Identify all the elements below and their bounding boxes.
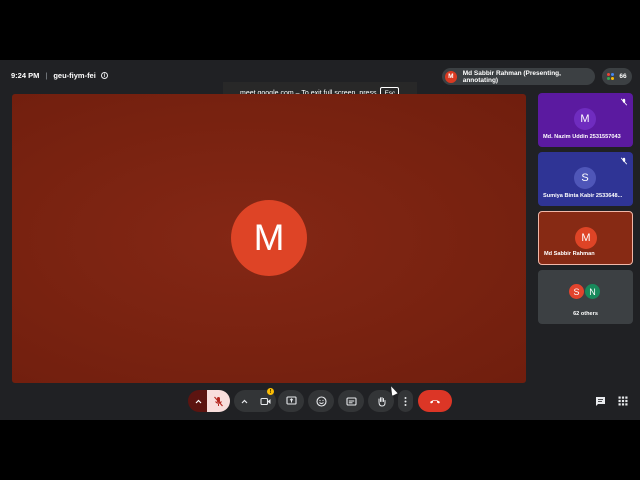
meeting-code: geu-fiym-fei xyxy=(53,71,96,80)
others-count: 62 others xyxy=(573,311,598,317)
captions-icon xyxy=(345,396,357,406)
mic-button[interactable] xyxy=(207,390,230,412)
participant-name: Sumiya Binta Kabir 2533648... xyxy=(543,193,623,199)
mic-off-icon xyxy=(214,396,223,406)
audio-options-button[interactable] xyxy=(188,390,208,412)
chat-button[interactable] xyxy=(594,395,606,407)
more-vert-icon xyxy=(404,396,407,406)
chevron-up-icon xyxy=(195,399,201,403)
emoji-icon xyxy=(315,395,327,407)
clock-time: 9:24 PM xyxy=(11,71,40,80)
captions-button[interactable] xyxy=(338,390,364,412)
participant-avatar: M xyxy=(574,108,596,130)
presenter-avatar: M xyxy=(445,70,457,83)
participant-tile-self[interactable]: M Md Sabbir Rahman xyxy=(538,211,633,265)
activities-button[interactable] xyxy=(617,395,629,407)
chat-icon xyxy=(595,396,605,406)
people-icon xyxy=(607,72,615,81)
emoji-button[interactable] xyxy=(308,390,334,412)
participant-name: Md. Nazim Uddin 2531557043 xyxy=(543,134,621,140)
others-avatar: S xyxy=(568,283,585,300)
chevron-up-icon xyxy=(241,399,247,403)
mic-control xyxy=(188,390,230,412)
meeting-info: 9:24 PM | geu-fiym-fei i xyxy=(11,71,108,80)
leave-call-button[interactable] xyxy=(418,390,452,412)
control-bar: ! xyxy=(0,388,640,414)
mic-off-icon xyxy=(620,157,628,165)
info-icon[interactable]: i xyxy=(100,72,108,79)
more-options-button[interactable] xyxy=(398,390,413,412)
camera-icon xyxy=(259,397,270,405)
participant-tile[interactable]: M Md. Nazim Uddin 2531557043 xyxy=(538,93,633,147)
participant-count: 66 xyxy=(619,73,627,80)
participant-avatar: M xyxy=(575,227,597,249)
raise-hand-icon xyxy=(378,396,385,407)
presenter-big-avatar: M xyxy=(231,200,307,276)
others-avatar: N xyxy=(584,283,601,300)
main-stage[interactable]: M xyxy=(12,94,526,396)
presenter-chip[interactable]: M Md Sabbir Rahman (Presenting, annotati… xyxy=(442,68,595,85)
apps-grid-icon xyxy=(618,396,628,406)
present-screen-icon xyxy=(285,396,297,405)
raise-hand-button[interactable] xyxy=(368,390,394,412)
separator: | xyxy=(45,71,48,80)
others-avatars: S N xyxy=(568,283,601,300)
present-button[interactable] xyxy=(278,390,304,412)
others-tile[interactable]: S N 62 others xyxy=(538,270,633,324)
people-button[interactable]: 66 xyxy=(602,68,632,85)
presenter-label: Md Sabbir Rahman (Presenting, annotating… xyxy=(462,69,561,84)
participant-avatar: S xyxy=(574,167,596,189)
call-end-icon xyxy=(430,400,440,404)
camera-warning-badge: ! xyxy=(267,388,274,395)
meet-window: 9:24 PM | geu-fiym-fei i meet.google.com… xyxy=(0,60,640,420)
mic-off-icon xyxy=(620,98,628,106)
participant-name: Md Sabbir Rahman xyxy=(544,251,595,257)
participant-tile[interactable]: S Sumiya Binta Kabir 2533648... xyxy=(538,152,633,206)
video-options-button[interactable] xyxy=(234,390,254,412)
